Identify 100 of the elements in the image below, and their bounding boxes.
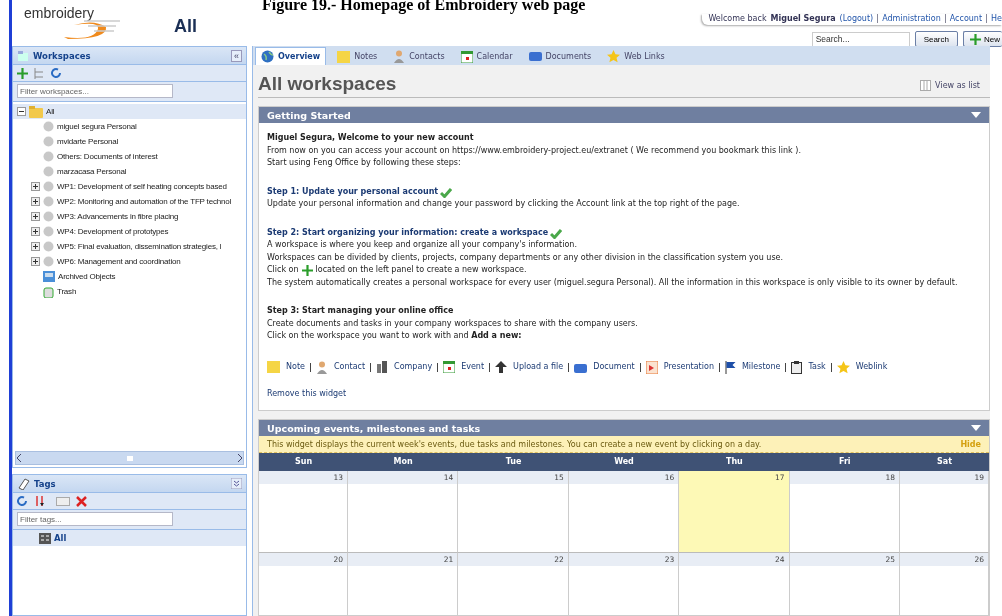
circle-icon xyxy=(43,151,54,162)
quick-add-link[interactable]: Note xyxy=(267,360,305,374)
tab[interactable]: Documents xyxy=(523,48,597,65)
search-button[interactable]: Search xyxy=(914,31,958,47)
tree-item[interactable]: WP1: Development of self heating concepts based xyxy=(13,179,246,194)
check-icon xyxy=(440,188,453,198)
panel-title: Tags xyxy=(34,478,56,489)
tree-item[interactable]: mvidarte Personal xyxy=(13,134,246,149)
view-as-list-link[interactable]: View as list xyxy=(920,80,980,91)
quick-add-link[interactable]: Upload a file xyxy=(495,360,564,374)
refresh-icon[interactable] xyxy=(51,67,62,79)
circle-icon xyxy=(43,196,54,207)
circle-icon xyxy=(43,226,54,237)
circle-icon xyxy=(43,121,54,132)
tree-item[interactable]: All xyxy=(13,104,246,119)
quick-add-link[interactable]: Document xyxy=(574,360,635,374)
expand-icon[interactable] xyxy=(31,212,40,221)
tab[interactable]: Notes xyxy=(332,48,383,65)
quick-add-link[interactable]: Company xyxy=(376,360,433,374)
presentation-icon xyxy=(645,360,658,374)
quick-add-link[interactable]: Contact xyxy=(315,360,366,374)
scroll-right-icon[interactable] xyxy=(237,454,243,462)
note-icon xyxy=(337,50,351,63)
tab[interactable]: Web Links xyxy=(602,48,670,65)
globe-icon xyxy=(261,50,274,63)
tag-icon xyxy=(17,477,30,490)
quick-add-link[interactable]: Presentation xyxy=(645,360,714,374)
logo-text: embroidery xyxy=(24,5,96,21)
quick-add-link[interactable]: Event xyxy=(443,360,485,374)
tree-item[interactable]: WP4: Development of prototypes xyxy=(13,224,246,239)
notice-text: This widget displays the current week's events, due tasks and milestones. You can create a new event by clicking on a day. xyxy=(267,439,762,449)
quick-add-link[interactable]: Task xyxy=(791,360,826,374)
intro-text: From now on you can access your account on https://www.embroidery-project.eu/extranet ( We recommend you bookmark this link ). xyxy=(267,144,802,157)
tree-item[interactable]: miguel segura Personal xyxy=(13,119,246,134)
expand-icon[interactable] xyxy=(31,182,40,191)
welcome-text: Welcome back xyxy=(708,14,767,23)
archive-icon xyxy=(43,271,55,282)
header-link[interactable]: Administration xyxy=(882,14,941,23)
tree-item[interactable]: Others: Documents of interest xyxy=(13,149,246,164)
day-header: Wed xyxy=(568,453,680,471)
quick-add-link[interactable]: Milestone xyxy=(724,360,781,374)
panel-title: Workspaces xyxy=(33,50,91,61)
scroll-left-icon[interactable] xyxy=(16,454,22,462)
tab[interactable]: Contacts xyxy=(388,48,450,65)
tree-item[interactable]: WP2: Monitoring and automation of the TFP technol xyxy=(13,194,246,209)
delete-icon[interactable] xyxy=(76,495,87,507)
day-header: Fri xyxy=(789,453,900,471)
document-icon xyxy=(528,52,542,61)
tab[interactable]: Calendar xyxy=(455,48,518,65)
horizontal-scrollbar[interactable] xyxy=(15,451,244,465)
tree-item[interactable]: marzacasa Personal xyxy=(13,164,246,179)
tree-item[interactable]: WP6: Management and coordination xyxy=(13,254,246,269)
tree-item[interactable]: Trash xyxy=(13,284,246,299)
person-icon xyxy=(315,360,328,374)
filter-field[interactable]: Filter workspaces... xyxy=(17,84,173,98)
dropdown-icon[interactable] xyxy=(971,112,981,118)
step-text: A workspace is where you keep and organize all your company's information. xyxy=(267,239,578,251)
tab[interactable]: Overview xyxy=(255,47,327,65)
trash-icon xyxy=(43,285,54,298)
quick-add-link[interactable]: Weblink xyxy=(836,360,888,374)
calendar-icon xyxy=(460,50,473,63)
dropdown-icon[interactable] xyxy=(971,425,981,431)
remove-widget-link[interactable]: Remove this widget xyxy=(267,387,981,400)
expand-icon[interactable] xyxy=(31,197,40,206)
list-icon xyxy=(920,80,932,91)
tag-item[interactable]: All xyxy=(13,530,246,546)
tree-item[interactable]: WP3: Advancements in fibre placing xyxy=(13,209,246,224)
refresh-icon[interactable] xyxy=(17,495,28,507)
tree-item[interactable]: Archived Objects xyxy=(13,269,246,284)
folder-icon xyxy=(29,105,43,118)
add-icon[interactable] xyxy=(17,67,28,79)
check-icon xyxy=(550,229,563,239)
page-title: All workspaces xyxy=(258,73,397,95)
step-title: Step 2: Start organizing your information: create a workspace xyxy=(267,226,549,239)
collapse-icon[interactable] xyxy=(17,107,26,116)
header-link[interactable]: Account xyxy=(949,14,983,23)
clipboard-icon xyxy=(791,360,803,374)
expand-icon[interactable] xyxy=(31,227,40,236)
tree-item[interactable]: WP5: Final evaluation, dissemination strategies, l xyxy=(13,239,246,254)
filter-field[interactable]: Filter tags... xyxy=(17,512,173,526)
step-text: Workspaces can be divided by clients, projects, company departments or any other division in the classification system you use. xyxy=(267,251,785,264)
star-icon xyxy=(607,50,621,63)
circle-icon xyxy=(43,166,54,177)
header-link[interactable]: He xyxy=(991,14,1002,23)
document-icon xyxy=(574,364,588,374)
logout-link[interactable]: (Logout) xyxy=(839,14,874,23)
folder-icon xyxy=(17,49,29,62)
widget-title: Getting Started xyxy=(267,109,351,121)
new-button[interactable]: New xyxy=(963,31,1002,47)
circle-icon xyxy=(43,256,54,267)
collapse-button[interactable]: « xyxy=(231,49,242,62)
expand-icon[interactable] xyxy=(31,257,40,266)
search-field[interactable]: Search... xyxy=(811,31,910,47)
step-text: Update your personal information and change your password by clicking the Account link at the top right of the page. xyxy=(267,198,741,210)
flag-icon xyxy=(724,360,736,374)
widget-title: Upcoming events, milestones and tasks xyxy=(267,422,481,434)
scroll-thumb[interactable] xyxy=(126,455,133,461)
step-text: Click on the workspace you want to work with and Add a new: xyxy=(267,330,523,342)
expand-icon[interactable] xyxy=(31,242,40,251)
step-text: The system automatically creates a personal workspace for every user (miguel.segura Personal). All the information in this workspace is only visible to its owner by default. xyxy=(267,276,959,289)
